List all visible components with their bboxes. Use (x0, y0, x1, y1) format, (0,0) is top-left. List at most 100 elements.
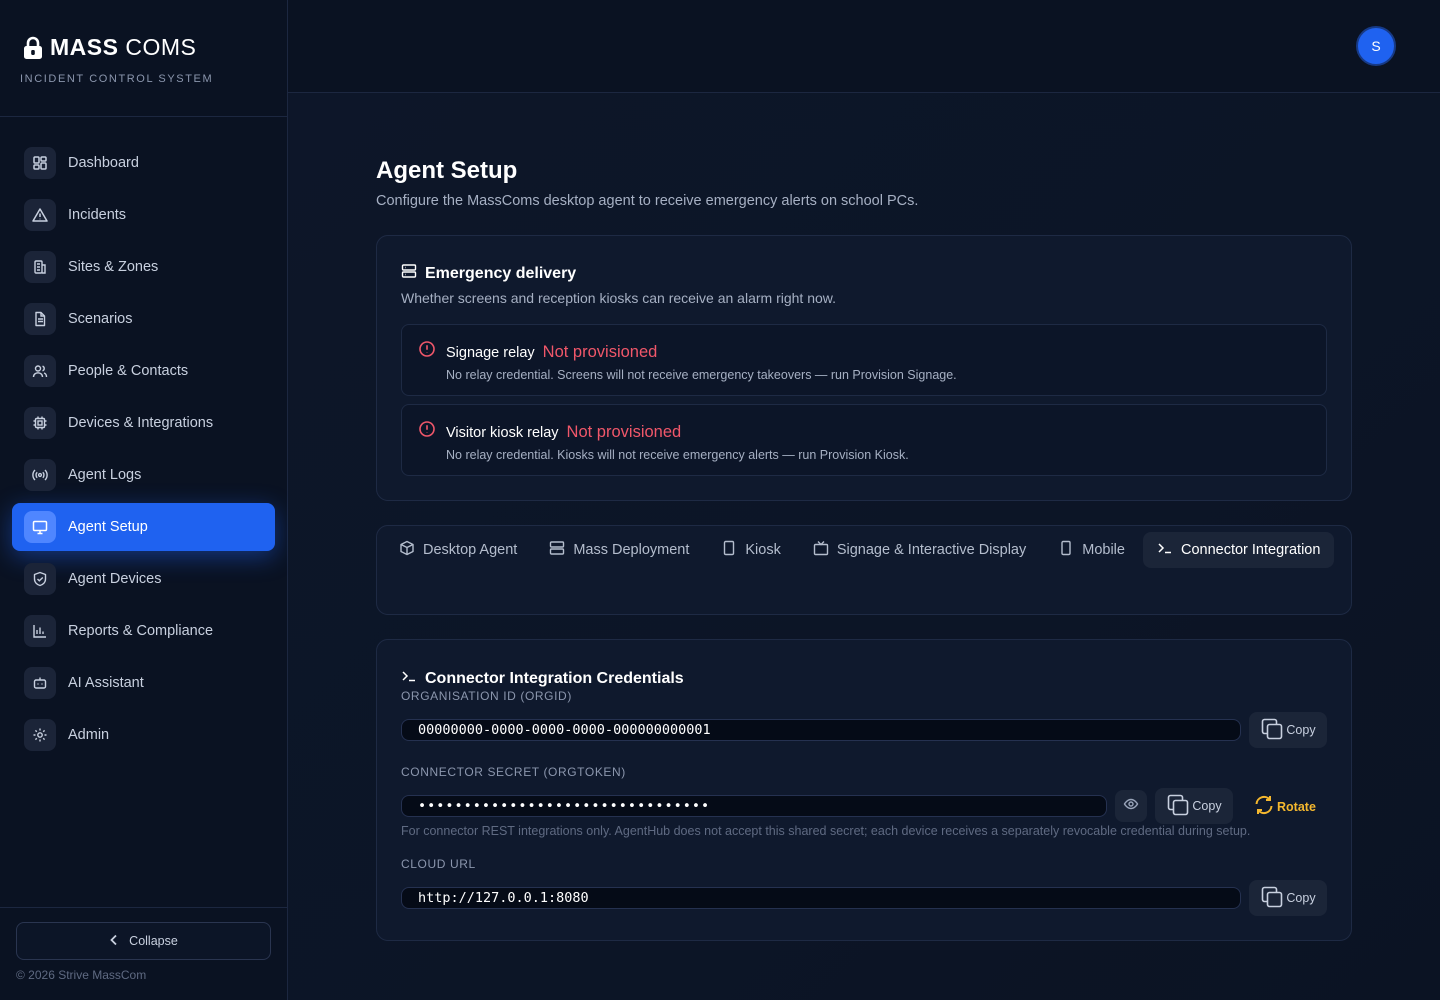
sidebar-item-scenarios[interactable]: Scenarios (12, 295, 275, 343)
sidebar-item-admin[interactable]: Admin (12, 711, 275, 759)
sidebar-item-agent-setup[interactable]: Agent Setup (12, 503, 275, 551)
sidebar-item-label: People & Contacts (68, 363, 189, 379)
sidebar: MASS COMS INCIDENT CONTROL SYSTEM Dashbo… (0, 0, 288, 1000)
sidebar-nav: Dashboard Incidents Sites & Zones Scenar… (12, 139, 275, 763)
sidebar-item-ai-assistant[interactable]: AI Assistant (12, 659, 275, 707)
sidebar-item-label: Agent Devices (68, 571, 162, 587)
copy-cloud-url-button[interactable]: Copy (1249, 880, 1327, 916)
sidebar-item-label: Sites & Zones (68, 259, 159, 275)
rotate-secret-button[interactable]: Rotate (1253, 794, 1316, 819)
sidebar-item-reports-compliance[interactable]: Reports & Compliance (12, 607, 275, 655)
copy-secret-button[interactable]: Copy (1155, 788, 1233, 824)
sidebar-item-label: Agent Setup (68, 519, 148, 535)
sidebar-item-label: Devices & Integrations (68, 415, 214, 431)
sidebar-item-label: Incidents (68, 207, 127, 223)
sidebar-item-dashboard[interactable]: Dashboard (12, 139, 275, 187)
sidebar-item-label: Agent Logs (68, 467, 142, 483)
sidebar-item-sites-zones[interactable]: Sites & Zones (12, 243, 275, 291)
copy-icon (1260, 885, 1284, 912)
tab-mass-deployment[interactable]: Mass Deployment (535, 532, 703, 568)
connector-credentials-card: Connector Integration Credentials ORGANI… (376, 639, 1352, 941)
main-content: Agent Setup Configure the MassComs deskt… (288, 93, 1440, 1000)
connector-secret-label: CONNECTOR SECRET (ORGTOKEN) (401, 765, 626, 779)
brand: MASS COMS INCIDENT CONTROL SYSTEM (20, 34, 214, 85)
setup-tabs: Desktop Agent Mass Deployment Kiosk Sign… (385, 532, 1345, 572)
connector-secret-field[interactable]: •••••••••••••••••••••••••••••••• (401, 795, 1107, 817)
signage-relay-status: Signage relay Not provisioned No relay c… (401, 324, 1327, 396)
org-id-label: ORGANISATION ID (ORGID) (401, 689, 572, 703)
copy-icon (1166, 793, 1190, 820)
relay-description: No relay credential. Screens will not re… (446, 368, 957, 382)
tab-connector-integration[interactable]: Connector Integration (1142, 532, 1335, 568)
emergency-delivery-title: Emergency delivery (401, 263, 576, 284)
status-badge: Not provisioned (566, 423, 682, 441)
copy-icon (1260, 717, 1284, 744)
tv-icon (813, 540, 829, 560)
cloud-url-field[interactable]: http://127.0.0.1:8080 (401, 887, 1241, 909)
relay-title: Visitor kiosk relay Not provisioned (446, 423, 681, 442)
sidebar-divider (0, 907, 288, 908)
sidebar-item-label: Reports & Compliance (68, 623, 214, 639)
eye-icon (1123, 796, 1139, 817)
sidebar-divider (0, 116, 288, 117)
phone-icon (1058, 540, 1074, 560)
sidebar-item-label: AI Assistant (68, 675, 144, 691)
chevron-left-icon (109, 934, 119, 949)
emergency-delivery-card: Emergency delivery Whether screens and r… (376, 235, 1352, 501)
credentials-title: Connector Integration Credentials (401, 668, 684, 689)
terminal-icon (401, 668, 417, 689)
lock-icon (22, 36, 44, 60)
tablet-icon (721, 540, 737, 560)
document-icon (24, 303, 56, 335)
bot-icon (24, 667, 56, 699)
emergency-delivery-subtitle: Whether screens and reception kiosks can… (401, 290, 836, 306)
collapse-button[interactable]: Collapse (16, 922, 271, 960)
sidebar-item-incidents[interactable]: Incidents (12, 191, 275, 239)
gear-icon (24, 719, 56, 751)
setup-tabs-card: Desktop Agent Mass Deployment Kiosk Sign… (376, 525, 1352, 615)
sidebar-item-agent-devices[interactable]: Agent Devices (12, 555, 275, 603)
org-id-field[interactable]: 00000000-0000-0000-0000-000000000001 (401, 719, 1241, 741)
visitor-kiosk-relay-status: Visitor kiosk relay Not provisioned No r… (401, 404, 1327, 476)
collapse-label: Collapse (129, 934, 178, 948)
relay-name: Signage relay (446, 345, 535, 361)
sidebar-item-label: Admin (68, 727, 110, 743)
tab-desktop-agent[interactable]: Desktop Agent (385, 532, 531, 568)
package-icon (399, 540, 415, 560)
relay-description: No relay credential. Kiosks will not rec… (446, 448, 909, 462)
users-icon (24, 355, 56, 387)
shield-check-icon (24, 563, 56, 595)
server-icon (549, 540, 565, 560)
toggle-visibility-button[interactable] (1115, 790, 1147, 822)
broadcast-icon (24, 459, 56, 491)
monitor-icon (24, 511, 56, 543)
terminal-icon (1157, 540, 1173, 560)
alert-circle-icon (418, 340, 436, 363)
refresh-icon (1253, 794, 1275, 819)
avatar[interactable]: S (1356, 26, 1396, 66)
sidebar-item-agent-logs[interactable]: Agent Logs (12, 451, 275, 499)
sidebar-item-devices-integrations[interactable]: Devices & Integrations (12, 399, 275, 447)
bar-chart-icon (24, 615, 56, 647)
alert-circle-icon (418, 420, 436, 443)
status-badge: Not provisioned (542, 343, 658, 361)
tab-mobile[interactable]: Mobile (1044, 532, 1139, 568)
copyright: © 2026 Strive MassCom (16, 968, 147, 982)
warning-triangle-icon (24, 199, 56, 231)
brand-name: MASS COMS (50, 34, 197, 60)
sidebar-item-people-contacts[interactable]: People & Contacts (12, 347, 275, 395)
relay-name: Visitor kiosk relay (446, 425, 559, 441)
building-icon (24, 251, 56, 283)
page-subtitle: Configure the MassComs desktop agent to … (376, 193, 919, 209)
secret-note: For connector REST integrations only. Ag… (401, 824, 1251, 838)
relay-title: Signage relay Not provisioned (446, 343, 657, 362)
copy-org-id-button[interactable]: Copy (1249, 712, 1327, 748)
tab-signage-interactive-display[interactable]: Signage & Interactive Display (799, 532, 1040, 568)
brand-subtitle: INCIDENT CONTROL SYSTEM (20, 73, 214, 85)
sidebar-item-label: Scenarios (68, 311, 133, 327)
cloud-url-label: CLOUD URL (401, 857, 476, 871)
top-bar: S (288, 0, 1440, 93)
tab-kiosk[interactable]: Kiosk (707, 532, 794, 568)
sidebar-item-label: Dashboard (68, 155, 139, 171)
page-title: Agent Setup (376, 157, 518, 184)
